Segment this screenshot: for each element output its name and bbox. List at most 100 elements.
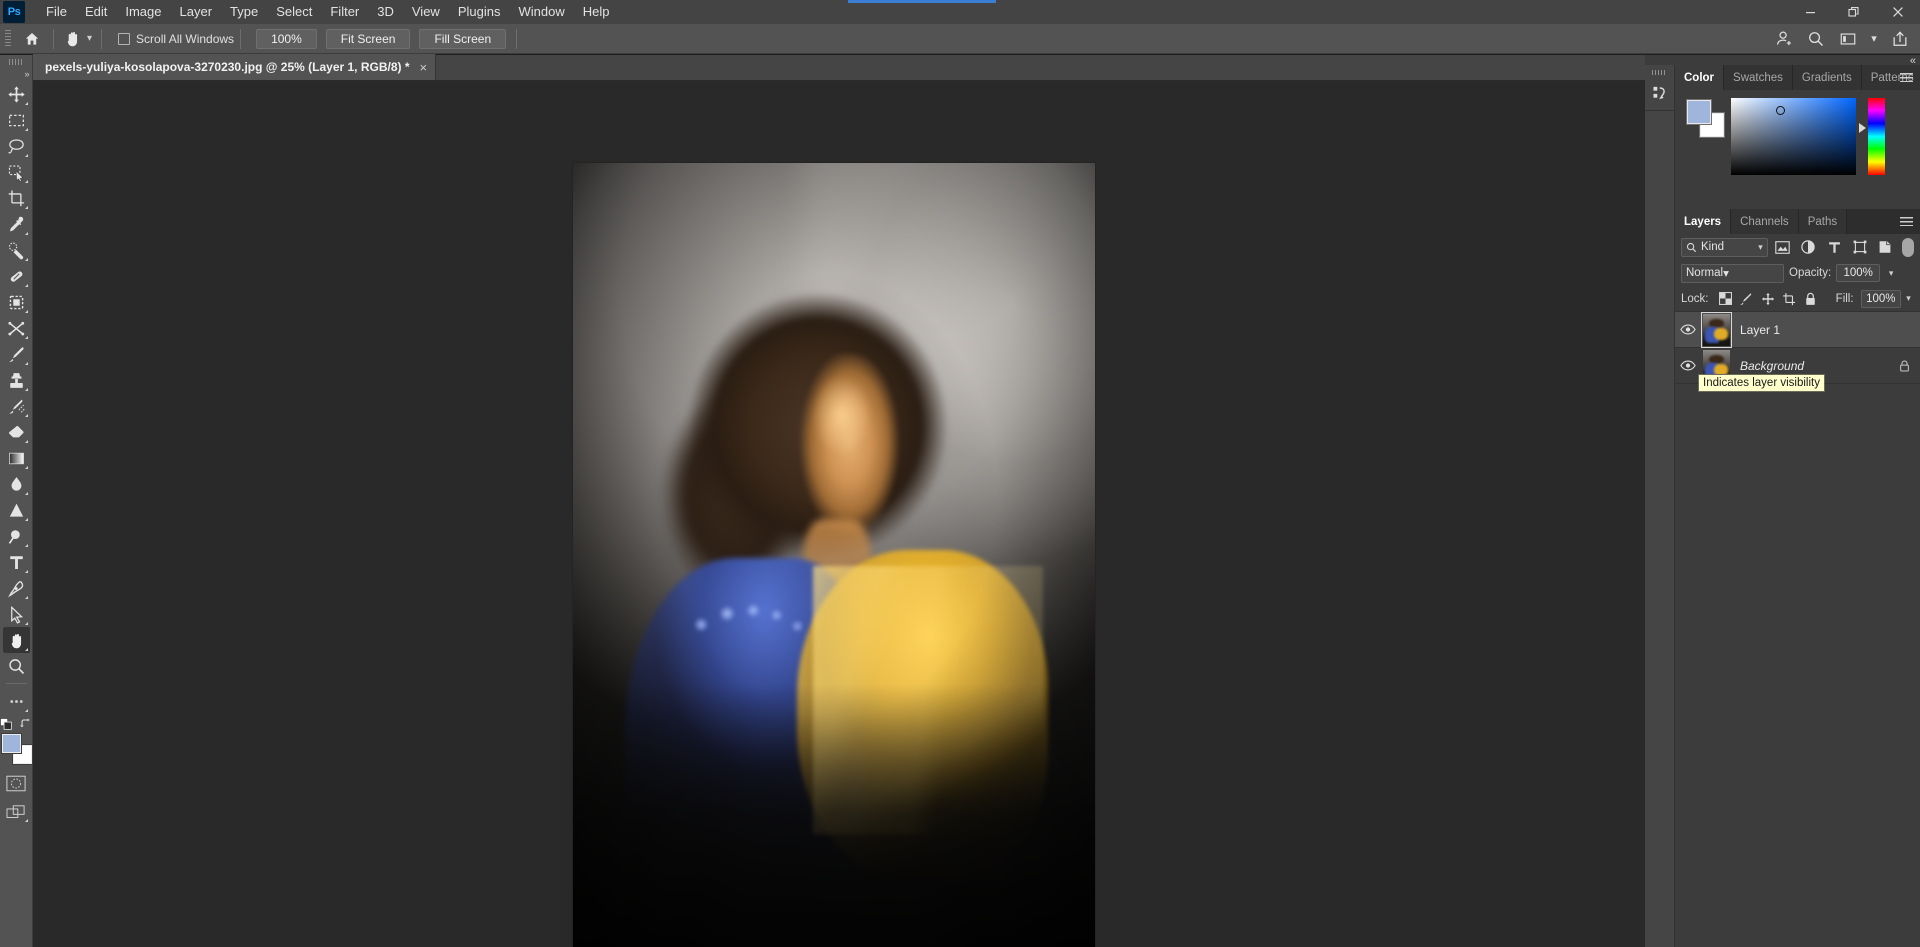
close-icon[interactable]: × <box>420 60 428 75</box>
chevron-down-icon[interactable]: ▾ <box>1758 242 1763 253</box>
transform-tool[interactable] <box>3 315 30 341</box>
scroll-all-windows-checkbox[interactable]: Scroll All Windows <box>118 32 234 46</box>
canvas-area[interactable] <box>33 81 1645 947</box>
layer-visibility-toggle[interactable] <box>1675 360 1701 371</box>
tab-gradients[interactable]: Gradients <box>1792 65 1862 90</box>
hue-slider[interactable] <box>1859 98 1885 175</box>
chevron-down-icon[interactable]: ▾ <box>87 33 92 44</box>
menu-item-window[interactable]: Window <box>509 1 573 23</box>
menu-item-type[interactable]: Type <box>221 1 267 23</box>
spot-healing-brush-tool[interactable] <box>3 237 30 263</box>
clone-stamp-tool[interactable] <box>3 367 30 393</box>
type-tool[interactable] <box>3 549 30 575</box>
pixel-filter-icon[interactable] <box>1772 237 1794 257</box>
panel-menu-icon[interactable] <box>1897 209 1915 234</box>
minimize-button[interactable] <box>1788 0 1832 24</box>
screen-mode-button[interactable] <box>3 802 30 824</box>
adjustment-filter-icon[interactable] <box>1798 237 1820 257</box>
path-selection-tool[interactable] <box>3 523 30 549</box>
menu-item-help[interactable]: Help <box>574 1 619 23</box>
crop-tool[interactable] <box>3 185 30 211</box>
type-filter-icon[interactable] <box>1823 237 1845 257</box>
opacity-input[interactable]: 100% <box>1836 264 1881 282</box>
patch-tool[interactable] <box>3 263 30 289</box>
layer-kind-select[interactable]: Kind ▾ <box>1681 237 1768 257</box>
hue-strip[interactable] <box>1868 98 1885 175</box>
fit-screen-button[interactable]: Fit Screen <box>325 28 411 49</box>
foreground-color-swatch[interactable] <box>1 733 22 754</box>
zoom-tool[interactable] <box>3 653 30 679</box>
object-selection-tool[interactable] <box>3 159 30 185</box>
menu-item-3d[interactable]: 3D <box>368 1 403 23</box>
menu-item-layer[interactable]: Layer <box>171 1 222 23</box>
active-tool-preset[interactable]: ▾ <box>60 29 95 48</box>
pen-tool[interactable] <box>3 575 30 601</box>
marquee-tool[interactable] <box>3 107 30 133</box>
tab-layers[interactable]: Layers <box>1675 209 1732 234</box>
fill-input[interactable]: 100% <box>1860 289 1902 308</box>
document-image[interactable] <box>573 163 1095 947</box>
lock-transparent-pixels-icon[interactable] <box>1716 289 1735 309</box>
layer-name[interactable]: Background <box>1740 359 1804 373</box>
blend-mode-select[interactable]: Normal ▾ <box>1681 263 1784 283</box>
chevron-down-icon[interactable]: ▾ <box>1723 266 1729 280</box>
lock-position-icon[interactable] <box>1758 289 1777 309</box>
home-icon[interactable] <box>17 24 47 54</box>
menu-item-file[interactable]: File <box>37 1 76 23</box>
menu-item-edit[interactable]: Edit <box>76 1 116 23</box>
color-swatch-pair[interactable] <box>1686 99 1725 138</box>
eraser-tool[interactable] <box>3 419 30 445</box>
chevron-down-icon[interactable]: ▾ <box>1866 26 1882 52</box>
direct-selection-tool[interactable] <box>3 601 30 627</box>
checkbox-box[interactable] <box>118 32 131 45</box>
swap-colors-icon[interactable] <box>19 717 33 732</box>
toolbar-expand-chevron[interactable]: » <box>0 70 33 79</box>
frame-tool[interactable] <box>3 289 30 315</box>
dodge-tool[interactable] <box>3 497 30 523</box>
options-bar-grip[interactable] <box>3 29 13 48</box>
restore-button[interactable] <box>1832 0 1876 24</box>
menu-item-view[interactable]: View <box>403 1 449 23</box>
layer-name[interactable]: Layer 1 <box>1740 323 1780 337</box>
smart-object-filter-icon[interactable] <box>1875 237 1897 257</box>
default-colors-icon[interactable] <box>0 717 13 732</box>
color-picker-ring[interactable] <box>1776 106 1785 115</box>
menu-item-filter[interactable]: Filter <box>321 1 368 23</box>
lock-image-pixels-icon[interactable] <box>1737 289 1756 309</box>
menu-item-select[interactable]: Select <box>267 1 321 23</box>
share-user-icon[interactable] <box>1770 26 1798 52</box>
toolbar-grip[interactable] <box>9 57 23 67</box>
tab-swatches[interactable]: Swatches <box>1724 65 1793 90</box>
move-tool[interactable] <box>3 81 30 107</box>
tab-color[interactable]: Color <box>1675 65 1725 90</box>
color-field[interactable] <box>1731 98 1856 175</box>
close-button[interactable] <box>1876 0 1920 24</box>
layer-thumbnail[interactable] <box>1701 311 1732 348</box>
layer-row[interactable]: Layer 1 <box>1675 311 1920 348</box>
zoom-100-button[interactable]: 100% <box>256 28 317 49</box>
workspace-icon[interactable] <box>1834 26 1862 52</box>
shape-filter-icon[interactable] <box>1849 237 1871 257</box>
edit-toolbar-button[interactable] <box>3 688 30 714</box>
foreground-color-swatch[interactable] <box>1686 99 1712 125</box>
eyedropper-tool[interactable] <box>3 211 30 237</box>
blur-tool[interactable] <box>3 471 30 497</box>
panel-menu-icon[interactable] <box>1897 65 1915 90</box>
chevron-down-icon[interactable]: ▾ <box>1885 268 1897 279</box>
lasso-tool[interactable] <box>3 133 30 159</box>
filter-toggle-switch[interactable] <box>1902 237 1914 257</box>
tab-paths[interactable]: Paths <box>1798 209 1848 234</box>
search-icon[interactable] <box>1802 26 1830 52</box>
hue-slider-marker[interactable] <box>1859 123 1866 133</box>
layer-visibility-toggle[interactable] <box>1675 324 1701 335</box>
mini-dock-grip[interactable] <box>1652 68 1667 76</box>
quick-mask-button[interactable] <box>3 770 30 796</box>
document-tab[interactable]: pexels-yuliya-kosolapova-3270230.jpg @ 2… <box>33 54 437 80</box>
menu-item-plugins[interactable]: Plugins <box>449 1 510 23</box>
foreground-background-swatches[interactable] <box>1 733 33 765</box>
menu-item-image[interactable]: Image <box>116 1 170 23</box>
gradient-tool[interactable] <box>3 445 30 471</box>
layer-row[interactable]: Background Indicates layer visibility <box>1675 348 1920 392</box>
history-brush-tool[interactable] <box>3 393 30 419</box>
fill-screen-button[interactable]: Fill Screen <box>419 28 507 49</box>
